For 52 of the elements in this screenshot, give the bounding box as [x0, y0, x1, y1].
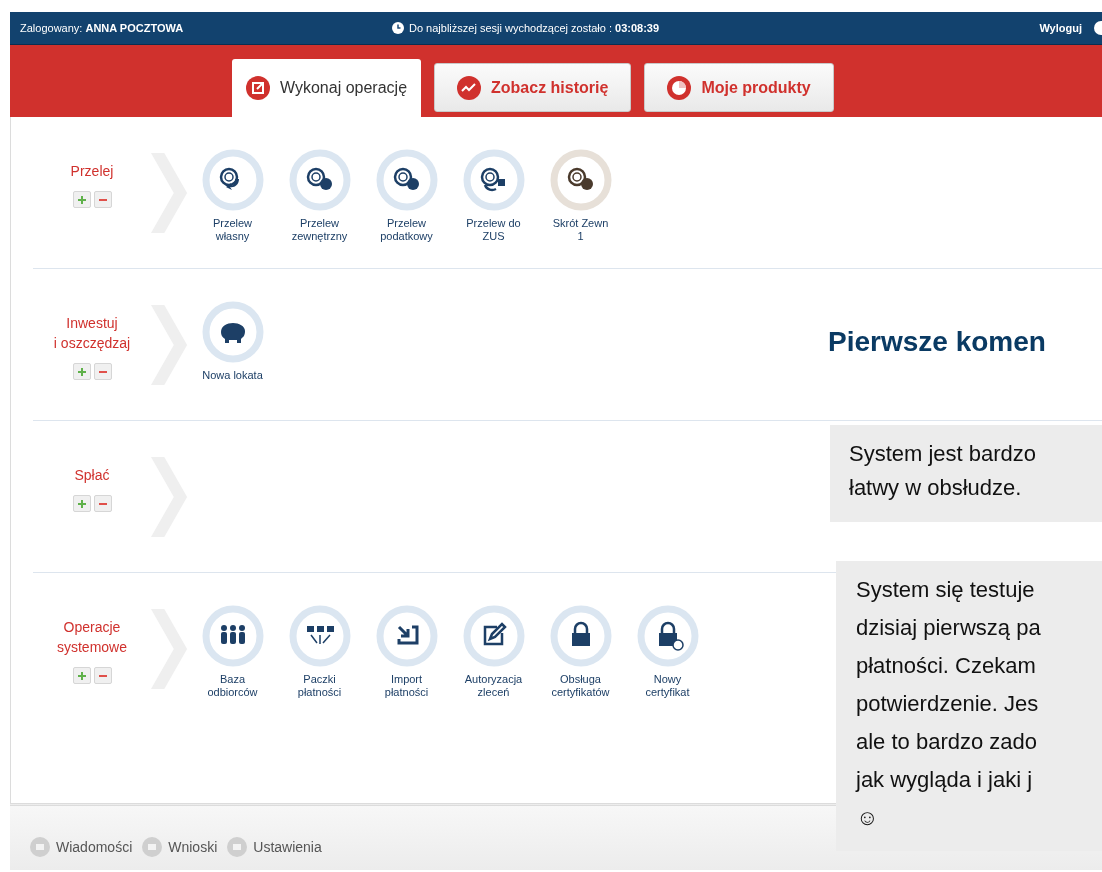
operation-item[interactable]: Import płatności	[363, 605, 450, 699]
tab-icon	[667, 75, 692, 100]
plus-icon	[76, 195, 87, 205]
tab-icon	[457, 75, 482, 100]
operation-item[interactable]: Nowa lokata	[189, 301, 276, 382]
collapse-button[interactable]	[93, 363, 112, 380]
operation-item[interactable]: Paczki płatności	[276, 605, 363, 699]
footer-link[interactable]: Ustawienia	[227, 837, 322, 857]
footer-link[interactable]: Wnioski	[142, 837, 218, 857]
plus-icon	[76, 499, 87, 509]
operation-item[interactable]: Obsługa certyfikatów	[537, 605, 624, 699]
operation-item[interactable]: Autoryzacja zleceń	[450, 605, 537, 699]
note-line: System jest bardzo	[849, 440, 1038, 468]
tab[interactable]: Zobacz historię	[434, 63, 632, 112]
tab[interactable]: Moje produkty	[644, 63, 834, 112]
expand-button[interactable]	[72, 667, 91, 684]
operation-item[interactable]: Przelew podatkowy	[363, 149, 450, 243]
plus-icon	[76, 367, 87, 377]
collapse-button[interactable]	[93, 495, 112, 512]
operation-item[interactable]: Nowy certyfikat	[624, 605, 711, 699]
expand-button[interactable]	[72, 495, 91, 512]
note-line: łatwy w obsłudze.	[849, 474, 1023, 502]
comment-heading: Pierwsze komen	[828, 326, 1046, 358]
operation-item[interactable]: Przelew zewnętrzny	[276, 149, 363, 243]
expand-button[interactable]	[72, 363, 91, 380]
note-line: dzisiaj pierwszą pa	[856, 614, 1042, 642]
clock-icon	[392, 22, 404, 34]
logged-user: Zalogowany: ANNA POCZTOWA	[20, 22, 185, 34]
section-label: Przelej	[70, 162, 114, 181]
logout-link[interactable]: Wyloguj	[1039, 22, 1082, 34]
collapse-button[interactable]	[93, 191, 112, 208]
note-line: ☺	[856, 804, 880, 832]
operation-item[interactable]: Przelew do ZUS	[450, 149, 537, 243]
section-label: Inwestuj i oszczędzaj	[53, 314, 131, 353]
envelope-icon	[30, 837, 50, 857]
note-line: potwierdzenie. Jes	[856, 690, 1040, 718]
tab[interactable]: Wykonaj operację	[232, 59, 422, 117]
section-label: Operacje systemowe	[57, 618, 127, 657]
tab-icon	[246, 76, 270, 100]
operation-item[interactable]: Skrót Zewn 1	[537, 149, 624, 243]
note-line: płatności. Czekam	[856, 652, 1037, 680]
section-label: Spłać	[74, 466, 110, 485]
note-line: ale to bardzo zado	[856, 728, 1039, 756]
plus-icon	[76, 671, 87, 681]
operation-item[interactable]: Baza odbiorców	[189, 605, 276, 699]
expand-button[interactable]	[72, 191, 91, 208]
session-timer: Do najbliższej sesji wychodzącej zostało : 03:08:39	[409, 22, 660, 34]
note-line: jak wygląda i jaki j	[856, 766, 1034, 794]
note-line: System się testuje	[856, 576, 1036, 604]
operation-item[interactable]: Przelew własny	[189, 149, 276, 243]
collapse-button[interactable]	[93, 667, 112, 684]
footer-link[interactable]: Wiadomości	[30, 837, 133, 857]
